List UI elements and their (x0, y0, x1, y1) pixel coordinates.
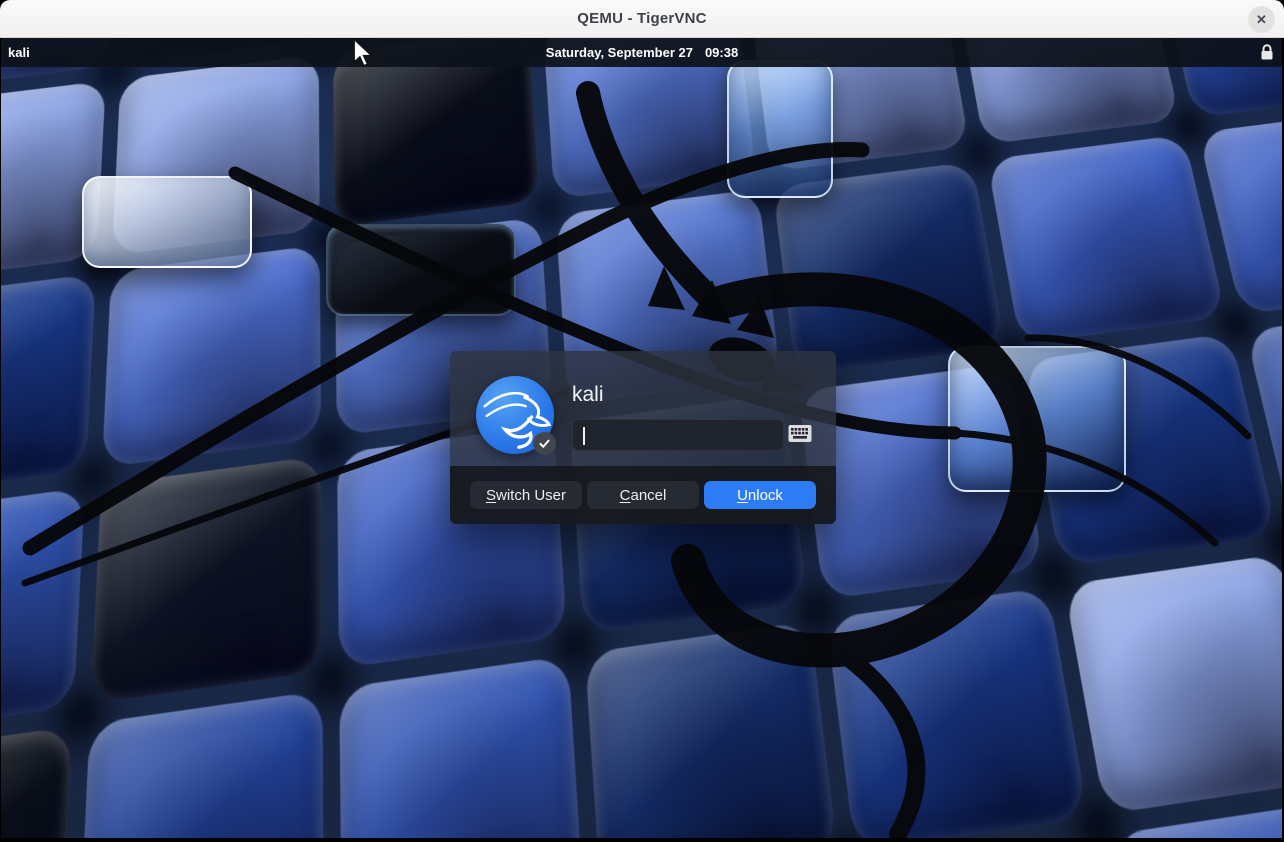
check-icon (538, 437, 551, 450)
close-icon: ✕ (1256, 13, 1267, 26)
dialog-actions: Switch User Cancel Unlock (450, 466, 836, 524)
vnc-screen: kali Saturday, September 27 09:38 (0, 38, 1284, 842)
close-button[interactable]: ✕ (1248, 6, 1275, 33)
vnc-window: QEMU - TigerVNC ✕ (0, 0, 1284, 842)
lock-icon (1260, 44, 1274, 64)
dialog-body: kali (450, 351, 836, 466)
window-titlebar[interactable]: QEMU - TigerVNC ✕ (0, 0, 1284, 38)
window-title: QEMU - TigerVNC (577, 10, 706, 27)
unlock-dialog: kali Switch Us (450, 351, 836, 524)
onscreen-keyboard-button[interactable] (788, 424, 812, 443)
password-field[interactable] (572, 419, 784, 451)
clock-time: 09:38 (705, 45, 738, 60)
username-label: kali (572, 383, 604, 407)
mouse-cursor (352, 38, 378, 68)
panel-clock: Saturday, September 27 09:38 (546, 45, 738, 60)
keyboard-icon (788, 424, 812, 443)
checkmark-badge (533, 432, 556, 455)
user-avatar (476, 376, 554, 454)
unlock-button[interactable]: Unlock (704, 481, 816, 509)
clock-date: Saturday, September 27 (546, 45, 693, 60)
switch-user-button[interactable]: Switch User (470, 481, 582, 509)
password-input[interactable] (573, 420, 783, 450)
cancel-button[interactable]: Cancel (587, 481, 699, 509)
top-panel: kali Saturday, September 27 09:38 (0, 38, 1284, 67)
panel-hostname: kali (8, 45, 30, 60)
